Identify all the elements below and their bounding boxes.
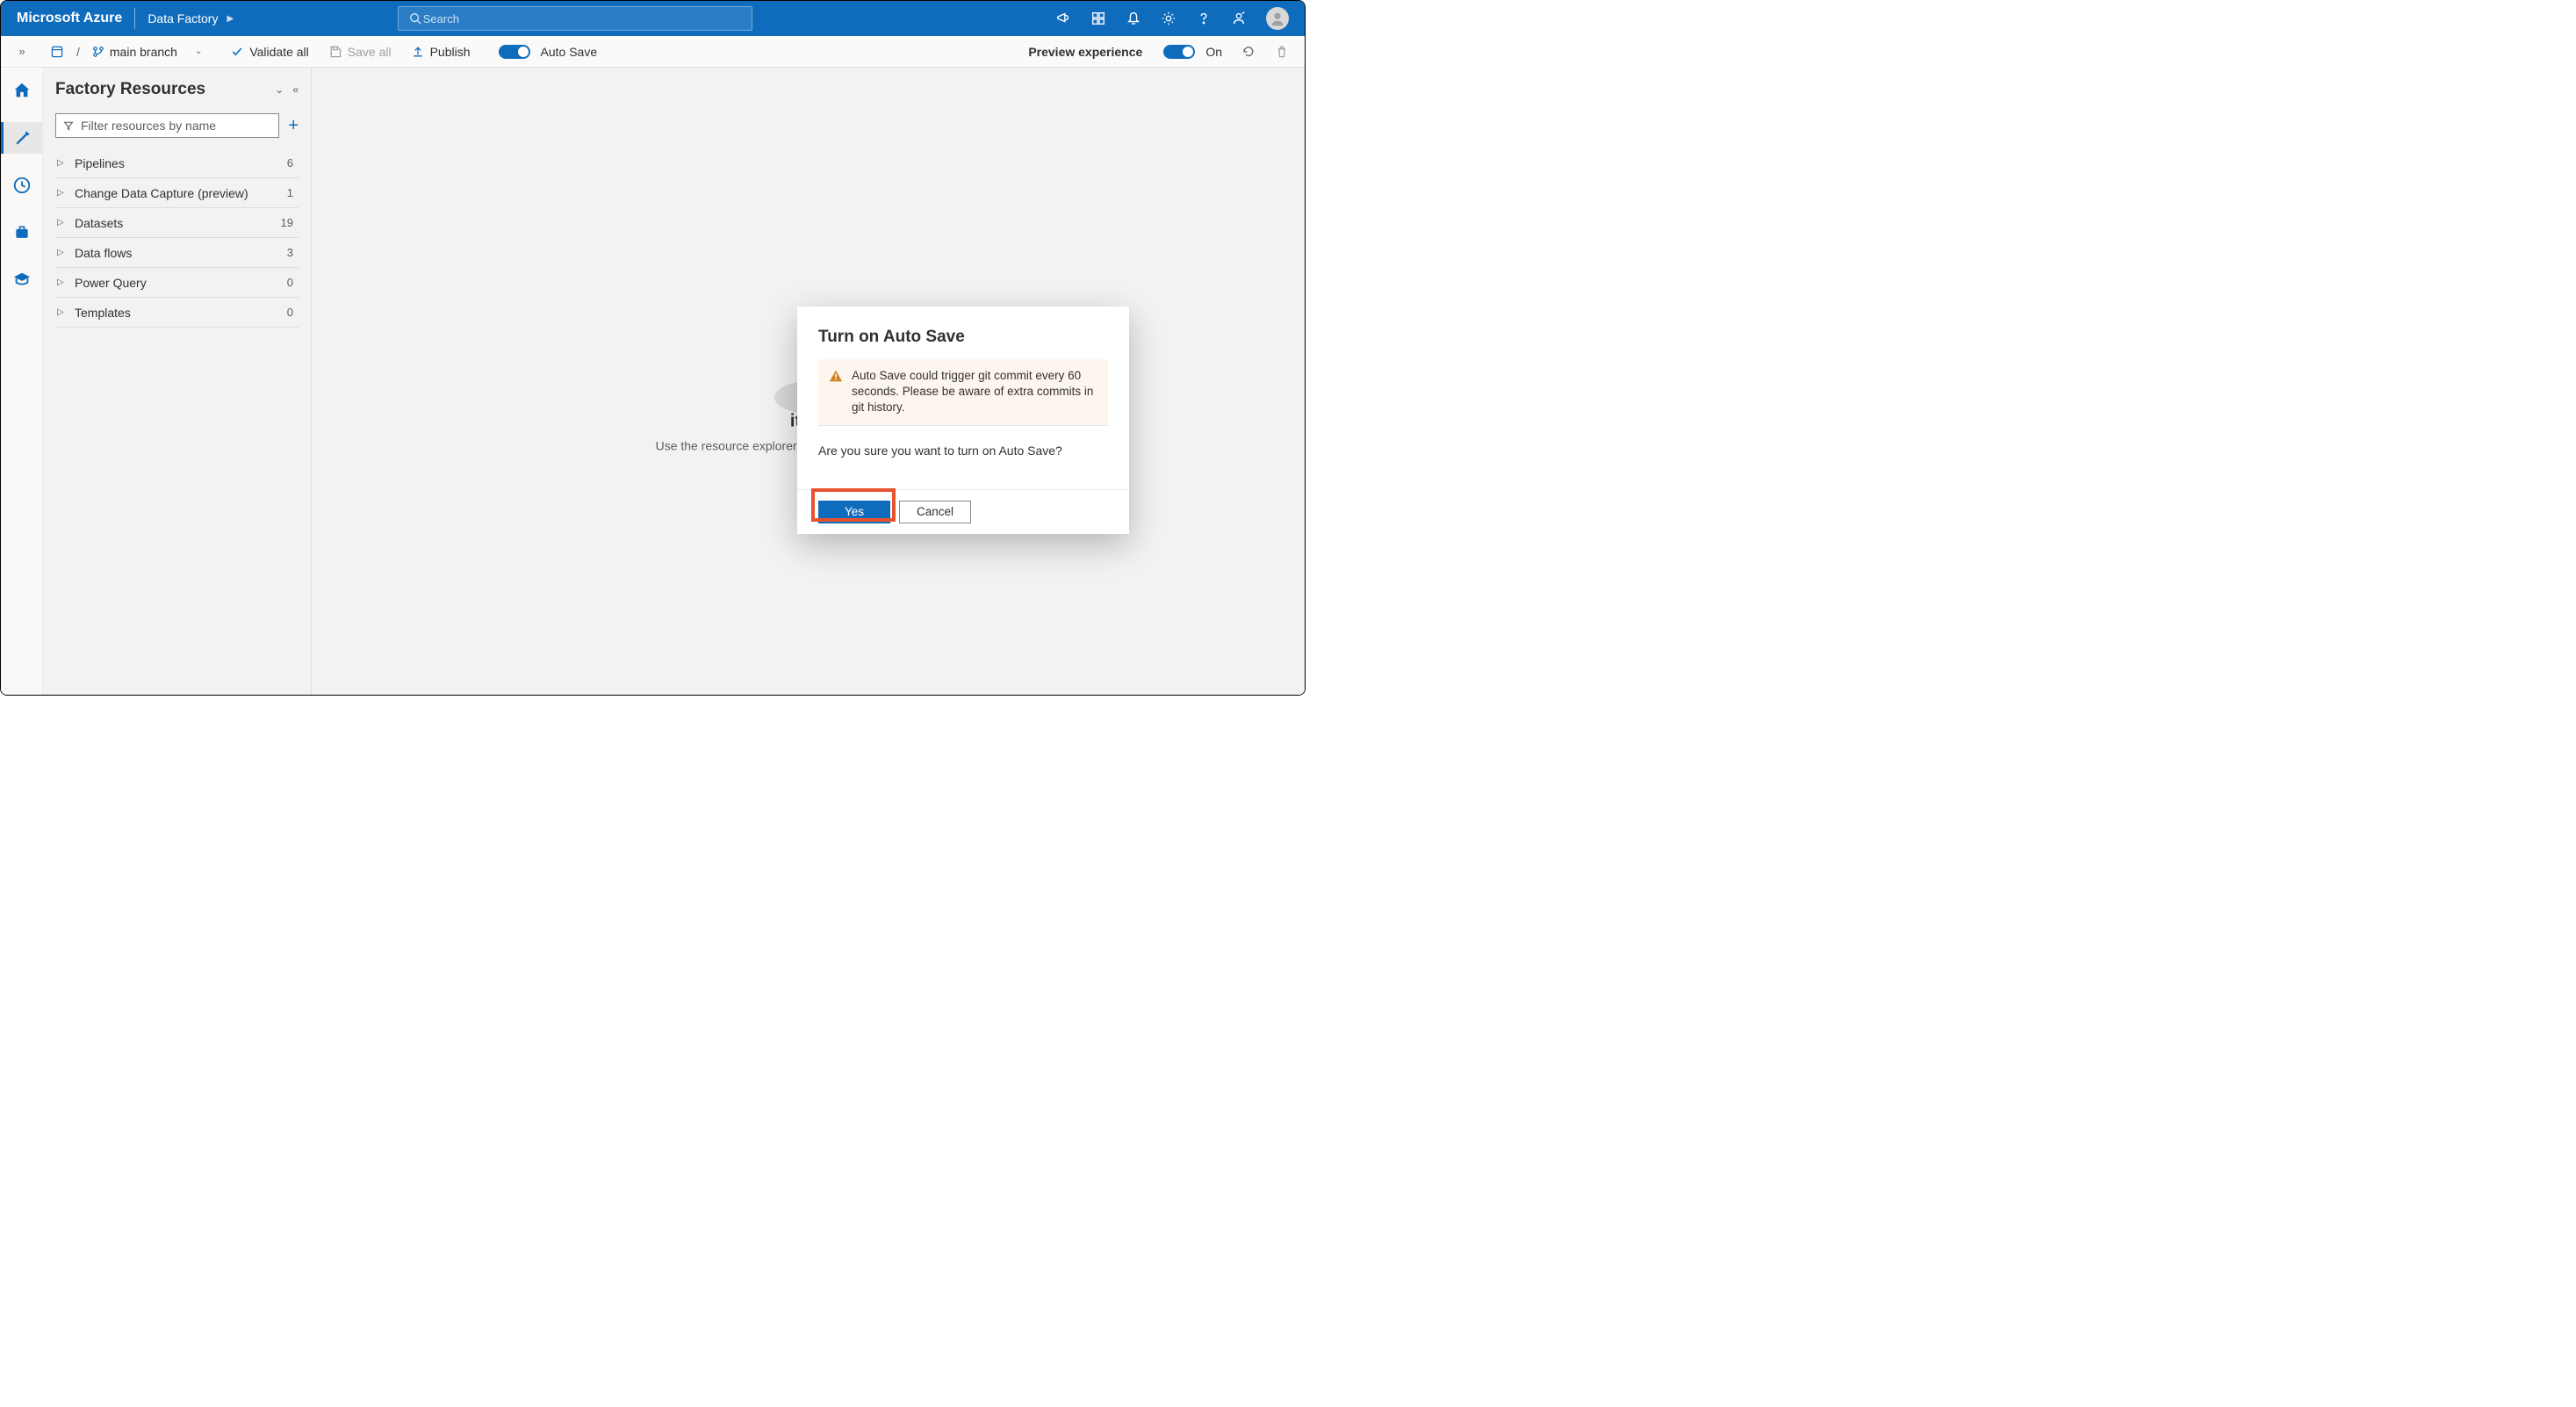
resource-count: 3 xyxy=(287,246,297,259)
filter-icon xyxy=(63,120,74,131)
save-label: Save all xyxy=(348,45,392,59)
resource-label: Power Query xyxy=(75,276,287,290)
help-icon[interactable] xyxy=(1196,11,1212,26)
resource-item[interactable]: ▷ Templates0 xyxy=(55,298,299,328)
save-all-button: Save all xyxy=(321,45,399,59)
resource-count: 0 xyxy=(287,306,297,319)
breadcrumb-label: Data Factory xyxy=(148,11,218,25)
refresh-button[interactable] xyxy=(1234,45,1263,59)
chevron-right-icon: ▷ xyxy=(57,188,69,198)
resource-item[interactable]: ▷ Change Data Capture (preview)1 xyxy=(55,178,299,208)
collapse-panel-icon[interactable]: « xyxy=(292,83,299,96)
resource-label: Data flows xyxy=(75,246,287,260)
bell-icon[interactable] xyxy=(1126,11,1141,26)
warning-text: Auto Save could trigger git commit every… xyxy=(852,368,1097,416)
filter-placeholder: Filter resources by name xyxy=(81,119,216,133)
search-icon xyxy=(407,11,423,26)
directories-icon[interactable] xyxy=(1090,11,1106,26)
modal-title: Turn on Auto Save xyxy=(818,328,1108,347)
azure-top-bar: Microsoft Azure Data Factory ▶ Search xyxy=(1,1,1305,36)
autosave-toggle[interactable]: Auto Save xyxy=(492,45,605,59)
yes-button[interactable]: Yes xyxy=(818,501,890,523)
chevron-right-icon: ▷ xyxy=(57,248,69,257)
left-nav-strip xyxy=(1,68,43,695)
toggle-icon xyxy=(499,45,530,59)
panel-title: Factory Resources xyxy=(55,80,205,99)
avatar[interactable] xyxy=(1266,7,1289,30)
resource-item[interactable]: ▷ Power Query0 xyxy=(55,268,299,298)
preview-label: Preview experience xyxy=(1028,45,1142,59)
modal-warning: Auto Save could trigger git commit every… xyxy=(818,359,1108,426)
resource-label: Templates xyxy=(75,306,287,320)
resource-label: Datasets xyxy=(75,216,281,230)
resource-count: 19 xyxy=(281,216,297,229)
resource-count: 0 xyxy=(287,276,297,289)
check-icon xyxy=(230,45,244,59)
search-placeholder: Search xyxy=(423,12,459,25)
chevron-right-icon: ▷ xyxy=(57,218,69,227)
factory-resources-panel: Factory Resources ⌄ « Filter resources b… xyxy=(43,68,312,695)
autosave-modal: Turn on Auto Save Auto Save could trigge… xyxy=(797,307,1129,534)
publish-label: Publish xyxy=(430,45,471,59)
collapse-all-icon[interactable]: ⌄ xyxy=(275,83,284,96)
chevron-right-icon: ▷ xyxy=(57,307,69,317)
delete-button[interactable] xyxy=(1268,45,1296,59)
nav-monitor-icon[interactable] xyxy=(1,170,43,201)
toggle-icon xyxy=(1163,45,1195,59)
resource-item[interactable]: ▷ Data flows3 xyxy=(55,238,299,268)
chevron-right-icon: ▷ xyxy=(57,158,69,168)
chevron-down-icon: ⌄ xyxy=(195,47,202,56)
resource-count: 1 xyxy=(287,186,297,199)
canvas-area: item Use the resource explorer to select… xyxy=(312,68,1305,695)
announcement-icon[interactable] xyxy=(1055,11,1071,26)
expand-toggle-icon[interactable]: » xyxy=(6,45,38,58)
filter-input[interactable]: Filter resources by name xyxy=(55,113,279,138)
repo-icon[interactable] xyxy=(43,45,71,59)
cancel-button[interactable]: Cancel xyxy=(899,501,971,523)
nav-author-icon[interactable] xyxy=(1,122,43,154)
modal-question: Are you sure you want to turn on Auto Sa… xyxy=(818,444,1108,458)
action-bar: » / main branch ⌄ Validate all Save all … xyxy=(1,36,1305,68)
add-resource-button[interactable]: + xyxy=(288,116,299,136)
resource-label: Change Data Capture (preview) xyxy=(75,186,287,200)
chevron-right-icon: ▶ xyxy=(227,14,234,24)
validate-all-button[interactable]: Validate all xyxy=(223,45,315,59)
branch-selector[interactable]: main branch ⌄ xyxy=(85,45,209,59)
breadcrumb[interactable]: Data Factory ▶ xyxy=(135,11,246,25)
autosave-label: Auto Save xyxy=(541,45,598,59)
nav-manage-icon[interactable] xyxy=(1,217,43,249)
refresh-icon xyxy=(1241,45,1256,59)
preview-experience-toggle[interactable]: Preview experience On xyxy=(1021,45,1229,59)
resource-list: ▷ Pipelines6 ▷ Change Data Capture (previe… xyxy=(55,148,299,328)
save-icon xyxy=(328,45,342,59)
branch-name: main branch xyxy=(110,45,177,59)
trash-icon xyxy=(1275,45,1289,59)
feedback-icon[interactable] xyxy=(1231,11,1247,26)
validate-label: Validate all xyxy=(249,45,308,59)
slash: / xyxy=(76,45,80,59)
resource-label: Pipelines xyxy=(75,156,287,170)
header-right-icons xyxy=(1055,7,1305,30)
chevron-right-icon: ▷ xyxy=(57,278,69,287)
warning-icon xyxy=(829,369,843,416)
nav-home-icon[interactable] xyxy=(1,75,43,106)
brand-label: Microsoft Azure xyxy=(1,11,134,26)
resource-item[interactable]: ▷ Pipelines6 xyxy=(55,148,299,178)
nav-learn-icon[interactable] xyxy=(1,264,43,296)
publish-icon xyxy=(411,45,425,59)
search-input[interactable]: Search xyxy=(398,6,752,31)
resource-count: 6 xyxy=(287,156,297,170)
resource-item[interactable]: ▷ Datasets19 xyxy=(55,208,299,238)
publish-button[interactable]: Publish xyxy=(404,45,478,59)
branch-icon xyxy=(92,46,104,58)
gear-icon[interactable] xyxy=(1161,11,1176,26)
preview-state: On xyxy=(1205,45,1222,59)
